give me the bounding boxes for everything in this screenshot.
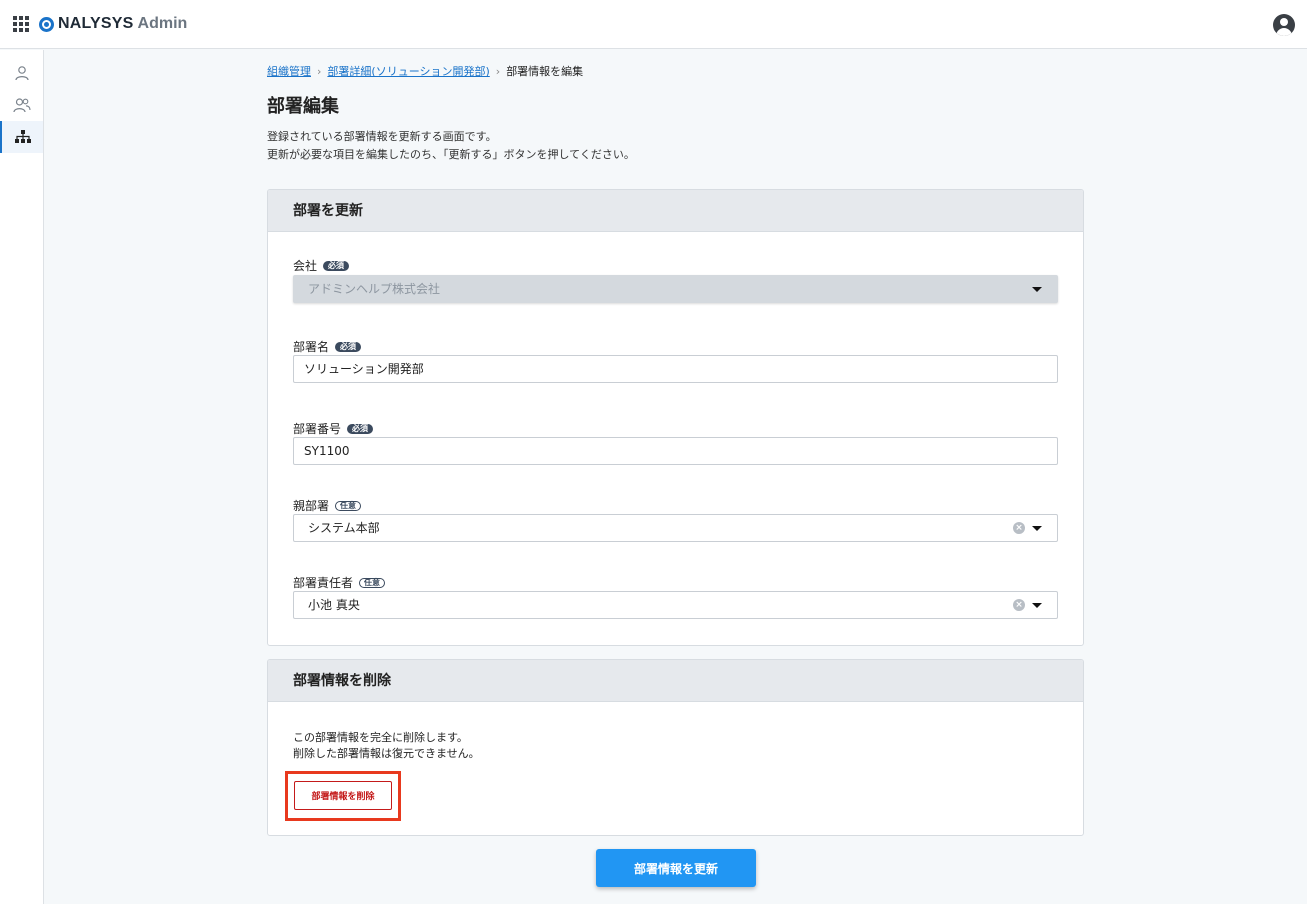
required-badge: 必須 (335, 341, 362, 352)
manager-label-text: 部署責任者 (293, 576, 354, 590)
company-label: 会社 必須 (293, 257, 350, 274)
parent-dept-select-value: システム本部 (308, 521, 380, 535)
required-badge: 必須 (323, 260, 350, 271)
user-account-icon[interactable] (1273, 14, 1295, 36)
clear-icon[interactable]: × (1013, 522, 1025, 534)
required-badge: 必須 (347, 423, 374, 434)
optional-badge: 任意 (359, 577, 386, 588)
page-title: 部署編集 (267, 96, 339, 117)
manager-select[interactable]: 小池 真央 × (293, 591, 1058, 619)
delete-card-title: 部署情報を削除 (268, 660, 1083, 702)
delete-dept-button[interactable]: 部署情報を削除 (294, 781, 392, 810)
dept-name-input[interactable]: ソリューション開発部 (293, 355, 1058, 383)
dept-number-input-value: SY1100 (304, 444, 350, 458)
logo-sub: Admin (137, 15, 188, 32)
breadcrumb-link-dept-detail[interactable]: 部署詳細(ソリューション開発部) (327, 65, 489, 78)
org-chart-icon (14, 130, 31, 143)
clear-icon[interactable]: × (1013, 599, 1025, 611)
sidebar-item-users[interactable] (0, 89, 43, 121)
update-dept-button[interactable]: 部署情報を更新 (596, 849, 756, 887)
dept-name-label-text: 部署名 (293, 340, 330, 354)
update-card-title: 部署を更新 (268, 190, 1083, 232)
app-grid-icon[interactable] (13, 16, 29, 32)
app-logo[interactable]: NALYSYS Admin (39, 14, 187, 34)
optional-badge: 任意 (335, 500, 362, 511)
delete-card: 部署情報を削除 この部署情報を完全に削除します。 削除した部署情報は復元できませ… (267, 659, 1084, 836)
logo-text: NALYSYS (58, 15, 134, 32)
parent-dept-label-text: 親部署 (293, 499, 330, 513)
update-card: 部署を更新 会社 必須 アドミンヘルプ株式会社 部署名 必須 ソリューション開発… (267, 189, 1084, 646)
breadcrumb-link-organization[interactable]: 組織管理 (267, 65, 311, 78)
description-line-1: 登録されている部署情報を更新する画面です。 (267, 130, 497, 143)
delete-button-highlight: 部署情報を削除 (285, 771, 401, 821)
delete-description-line-1: この部署情報を完全に削除します。 (293, 731, 468, 744)
delete-description: この部署情報を完全に削除します。 削除した部署情報は復元できません。 (293, 730, 480, 762)
sidebar (0, 50, 44, 904)
breadcrumb-separator: › (317, 65, 322, 78)
page-description: 登録されている部署情報を更新する画面です。 更新が必要な項目を編集したのち、「更… (267, 128, 635, 164)
dept-name-label: 部署名 必須 (293, 338, 362, 355)
chevron-down-icon[interactable] (1032, 603, 1042, 608)
breadcrumb-current: 部署情報を編集 (506, 65, 584, 78)
top-bar: NALYSYS Admin (0, 0, 1307, 49)
users-icon (12, 98, 31, 113)
manager-select-value: 小池 真央 (308, 598, 360, 612)
parent-dept-label: 親部署 任意 (293, 497, 362, 514)
company-label-text: 会社 (293, 259, 318, 273)
dept-number-input[interactable]: SY1100 (293, 437, 1058, 465)
sidebar-item-organization[interactable] (0, 121, 43, 153)
chevron-down-icon[interactable] (1032, 526, 1042, 531)
logo-mark-icon (39, 16, 54, 32)
breadcrumb-separator: › (495, 65, 501, 78)
sidebar-item-user[interactable] (0, 57, 43, 89)
description-line-2: 更新が必要な項目を編集したのち、「更新する」ボタンを押してください。 (267, 148, 635, 161)
parent-dept-select[interactable]: システム本部 × (293, 514, 1058, 542)
dept-number-label: 部署番号 必須 (293, 420, 374, 437)
chevron-down-icon[interactable] (1032, 287, 1042, 292)
company-select-value: アドミンヘルプ株式会社 (308, 282, 441, 296)
delete-description-line-2: 削除した部署情報は復元できません。 (293, 747, 480, 760)
dept-name-input-value: ソリューション開発部 (304, 362, 424, 376)
breadcrumb: 組織管理 › 部署詳細(ソリューション開発部) › 部署情報を編集 (267, 63, 583, 79)
user-icon (14, 66, 29, 81)
manager-label: 部署責任者 任意 (293, 574, 386, 591)
dept-number-label-text: 部署番号 (293, 422, 342, 436)
company-select[interactable]: アドミンヘルプ株式会社 (293, 275, 1058, 303)
